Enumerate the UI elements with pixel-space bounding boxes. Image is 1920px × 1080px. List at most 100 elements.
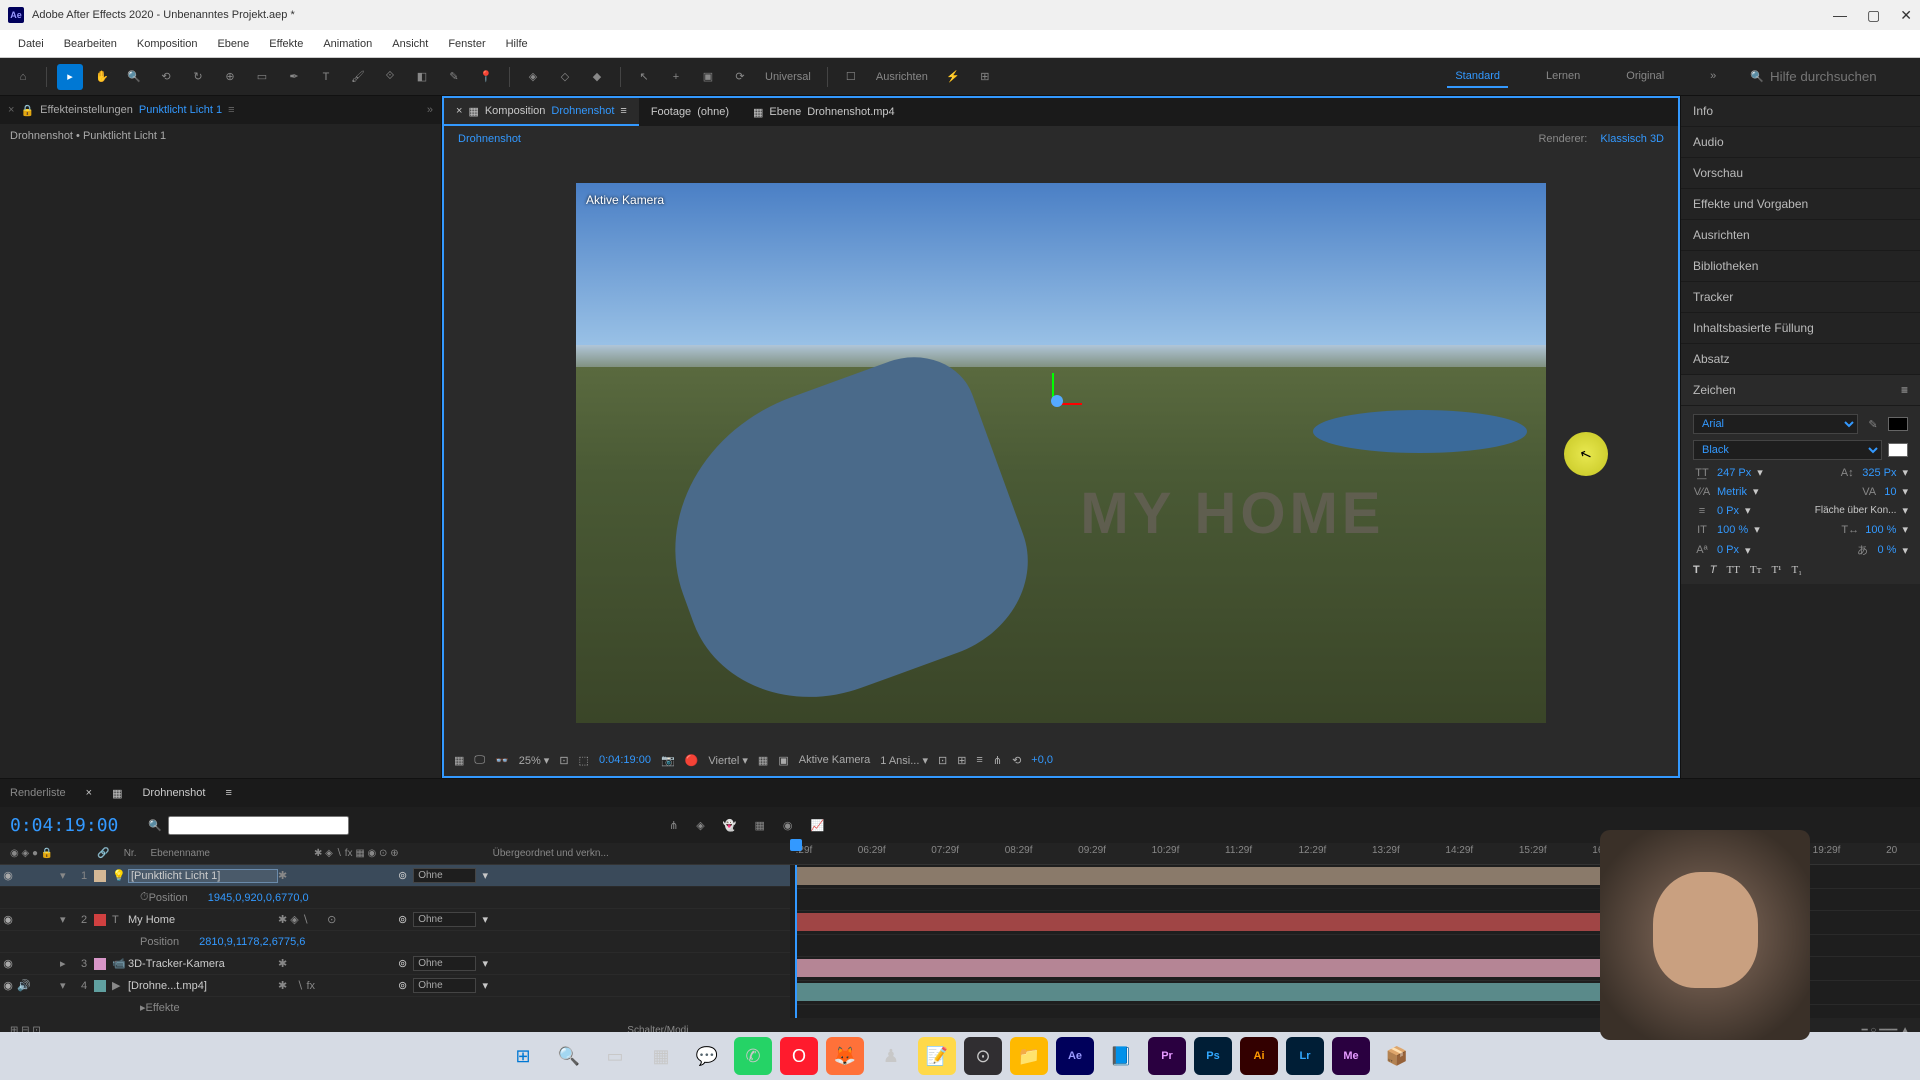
taskbar-whatsapp[interactable]: ✆ bbox=[734, 1037, 772, 1075]
visibility-toggle[interactable]: ◉ bbox=[0, 957, 16, 970]
position-value[interactable]: 1945,0,920,0,6770,0 bbox=[208, 892, 309, 904]
panel-menu-icon[interactable]: ≡ bbox=[1901, 383, 1908, 397]
rect-tool[interactable]: ▭ bbox=[249, 64, 275, 90]
taskbar-notes[interactable]: 📝 bbox=[918, 1037, 956, 1075]
panel-effekte-vorgaben[interactable]: Effekte und Vorgaben bbox=[1681, 189, 1920, 220]
rotate-tool[interactable]: ↻ bbox=[185, 64, 211, 90]
pickwhip-icon[interactable]: ⊚ bbox=[398, 913, 407, 926]
taskbar-app-1[interactable]: ♟ bbox=[872, 1037, 910, 1075]
tab-timeline-comp[interactable]: Drohnenshot bbox=[142, 787, 205, 799]
property-position[interactable]: ⏱ Position 1945,0,920,0,6770,0 bbox=[0, 887, 790, 909]
taskbar-opera[interactable]: O bbox=[780, 1037, 818, 1075]
axis-local-icon[interactable]: ◈ bbox=[520, 64, 546, 90]
twirl-icon[interactable]: ▾ bbox=[60, 979, 74, 992]
graph-editor-icon[interactable]: 📈 bbox=[810, 819, 824, 832]
taskbar-widgets[interactable]: ▦ bbox=[642, 1037, 680, 1075]
av-toggle-header[interactable]: ◉ ◈ ● 🔒 bbox=[10, 848, 53, 859]
tab-komposition[interactable]: ×▦ Komposition Drohnenshot ≡ bbox=[444, 98, 639, 126]
parent-dropdown[interactable]: Ohne bbox=[413, 956, 476, 971]
effect-controls-tab[interactable]: Effekteinstellungen bbox=[40, 104, 133, 116]
taskbar-obs[interactable]: ⊙ bbox=[964, 1037, 1002, 1075]
snap-options-icon[interactable]: ⚡ bbox=[940, 64, 966, 90]
flowchart-icon[interactable]: ⋔ bbox=[993, 754, 1002, 767]
panel-inhaltsbasierte[interactable]: Inhaltsbasierte Füllung bbox=[1681, 313, 1920, 344]
menu-ansicht[interactable]: Ansicht bbox=[382, 38, 438, 50]
motion-blur-icon[interactable]: ◉ bbox=[783, 819, 793, 832]
taskbar-app-2[interactable]: 📘 bbox=[1102, 1037, 1140, 1075]
vscale-input[interactable]: 100 % bbox=[1717, 524, 1748, 536]
panel-menu-icon[interactable]: ≡ bbox=[228, 104, 234, 116]
taskbar-illustrator[interactable]: Ai bbox=[1240, 1037, 1278, 1075]
layer-name[interactable]: [Punktlicht Licht 1] bbox=[128, 869, 278, 883]
lock-panel-icon[interactable]: 🔒 bbox=[20, 104, 34, 117]
tab-close-icon[interactable]: × bbox=[86, 787, 92, 799]
3d-view-icon[interactable]: ▣ bbox=[778, 754, 788, 767]
superscript-button[interactable]: T¹ bbox=[1771, 564, 1781, 576]
snap-checkbox[interactable]: ☐ bbox=[838, 64, 864, 90]
fast-preview-icon[interactable]: ⊞ bbox=[957, 754, 966, 767]
pickwhip-icon[interactable]: ⊚ bbox=[398, 979, 407, 992]
stroke-width-input[interactable]: 0 Px bbox=[1717, 505, 1739, 517]
twirl-icon[interactable]: ▾ bbox=[60, 913, 74, 926]
selection-tool[interactable]: ▸ bbox=[57, 64, 83, 90]
tab-ebene[interactable]: ▦ Ebene Drohnenshot.mp4 bbox=[741, 98, 907, 126]
pickwhip-icon[interactable]: ⊚ bbox=[398, 957, 407, 970]
twirl-icon[interactable]: ▾ bbox=[60, 869, 74, 882]
leading-input[interactable]: 325 Px bbox=[1862, 467, 1896, 479]
taskbar-chat[interactable]: 💬 bbox=[688, 1037, 726, 1075]
menu-bearbeiten[interactable]: Bearbeiten bbox=[54, 38, 127, 50]
zoom-tool[interactable]: 🔍 bbox=[121, 64, 147, 90]
smallcaps-button[interactable]: Tᴛ bbox=[1750, 564, 1762, 576]
plus-icon[interactable]: + bbox=[663, 64, 689, 90]
orbit-tool[interactable]: ⟲ bbox=[153, 64, 179, 90]
panel-audio[interactable]: Audio bbox=[1681, 127, 1920, 158]
workspace-more[interactable]: » bbox=[1702, 66, 1724, 88]
eraser-tool[interactable]: ◧ bbox=[409, 64, 435, 90]
pen-tool[interactable]: ✒ bbox=[281, 64, 307, 90]
italic-button[interactable]: T bbox=[1710, 564, 1717, 576]
font-style-dropdown[interactable]: Black bbox=[1693, 440, 1882, 460]
axis-view-icon[interactable]: ◆ bbox=[584, 64, 610, 90]
timeline-timecode[interactable]: 0:04:19:00 bbox=[10, 815, 118, 836]
composition-viewport[interactable]: Aktive Kamera MY HOME bbox=[444, 152, 1678, 744]
panel-bibliotheken[interactable]: Bibliotheken bbox=[1681, 251, 1920, 282]
menu-animation[interactable]: Animation bbox=[313, 38, 382, 50]
taskbar-app-3[interactable]: 📦 bbox=[1378, 1037, 1416, 1075]
baseline-input[interactable]: 0 Px bbox=[1717, 544, 1739, 556]
tab-footage[interactable]: Footage (ohne) bbox=[639, 98, 741, 126]
transparency-icon[interactable]: ▦ bbox=[758, 754, 768, 767]
snapshot-icon[interactable]: 📷 bbox=[661, 754, 675, 767]
tab-renderliste[interactable]: Renderliste bbox=[10, 787, 66, 799]
close-panel-icon[interactable]: × bbox=[8, 104, 14, 116]
viewer-timecode[interactable]: 0:04:19:00 bbox=[599, 754, 651, 766]
workspace-lernen[interactable]: Lernen bbox=[1538, 66, 1588, 88]
position-value[interactable]: 2810,9,1178,2,6775,6 bbox=[199, 936, 305, 948]
kerning-dropdown[interactable]: Metrik bbox=[1717, 486, 1747, 498]
visibility-toggle[interactable]: ◉ bbox=[0, 979, 16, 992]
timeline-search-input[interactable] bbox=[168, 816, 349, 835]
taskbar-firefox[interactable]: 🦊 bbox=[826, 1037, 864, 1075]
bold-button[interactable]: T bbox=[1693, 564, 1700, 576]
audio-toggle[interactable]: 🔊 bbox=[16, 979, 32, 992]
channel-icon[interactable]: 🔴 bbox=[685, 754, 699, 767]
axis-world-icon[interactable]: ◇ bbox=[552, 64, 578, 90]
pickwhip-icon[interactable]: ⊚ bbox=[398, 869, 407, 882]
full-res-icon[interactable]: ⊡ bbox=[559, 754, 568, 767]
stroke-color-swatch[interactable] bbox=[1888, 443, 1908, 457]
tracking-input[interactable]: 10 bbox=[1884, 486, 1896, 498]
panel-overflow-icon[interactable]: » bbox=[427, 104, 433, 116]
taskbar-aftereffects[interactable]: Ae bbox=[1056, 1037, 1094, 1075]
close-button[interactable]: ✕ bbox=[1900, 7, 1912, 24]
layer-row-3[interactable]: ◉ ▸ 3 📹 3D-Tracker-Kamera ✱ ⊚Ohne▾ bbox=[0, 953, 790, 975]
clone-tool[interactable]: ⟐ bbox=[377, 64, 403, 90]
home-tool[interactable]: ⌂ bbox=[10, 64, 36, 90]
layer-name[interactable]: 3D-Tracker-Kamera bbox=[128, 958, 278, 970]
subscript-button[interactable]: T₁ bbox=[1791, 564, 1802, 576]
stopwatch-icon[interactable]: ⏱ bbox=[140, 891, 149, 904]
taskbar-premiere[interactable]: Pr bbox=[1148, 1037, 1186, 1075]
taskbar-explorer[interactable]: 📁 bbox=[1010, 1037, 1048, 1075]
panel-absatz[interactable]: Absatz bbox=[1681, 344, 1920, 375]
exposure-reset-icon[interactable]: ⟲ bbox=[1012, 754, 1021, 767]
workspace-standard[interactable]: Standard bbox=[1447, 66, 1508, 88]
panel-tracker[interactable]: Tracker bbox=[1681, 282, 1920, 313]
